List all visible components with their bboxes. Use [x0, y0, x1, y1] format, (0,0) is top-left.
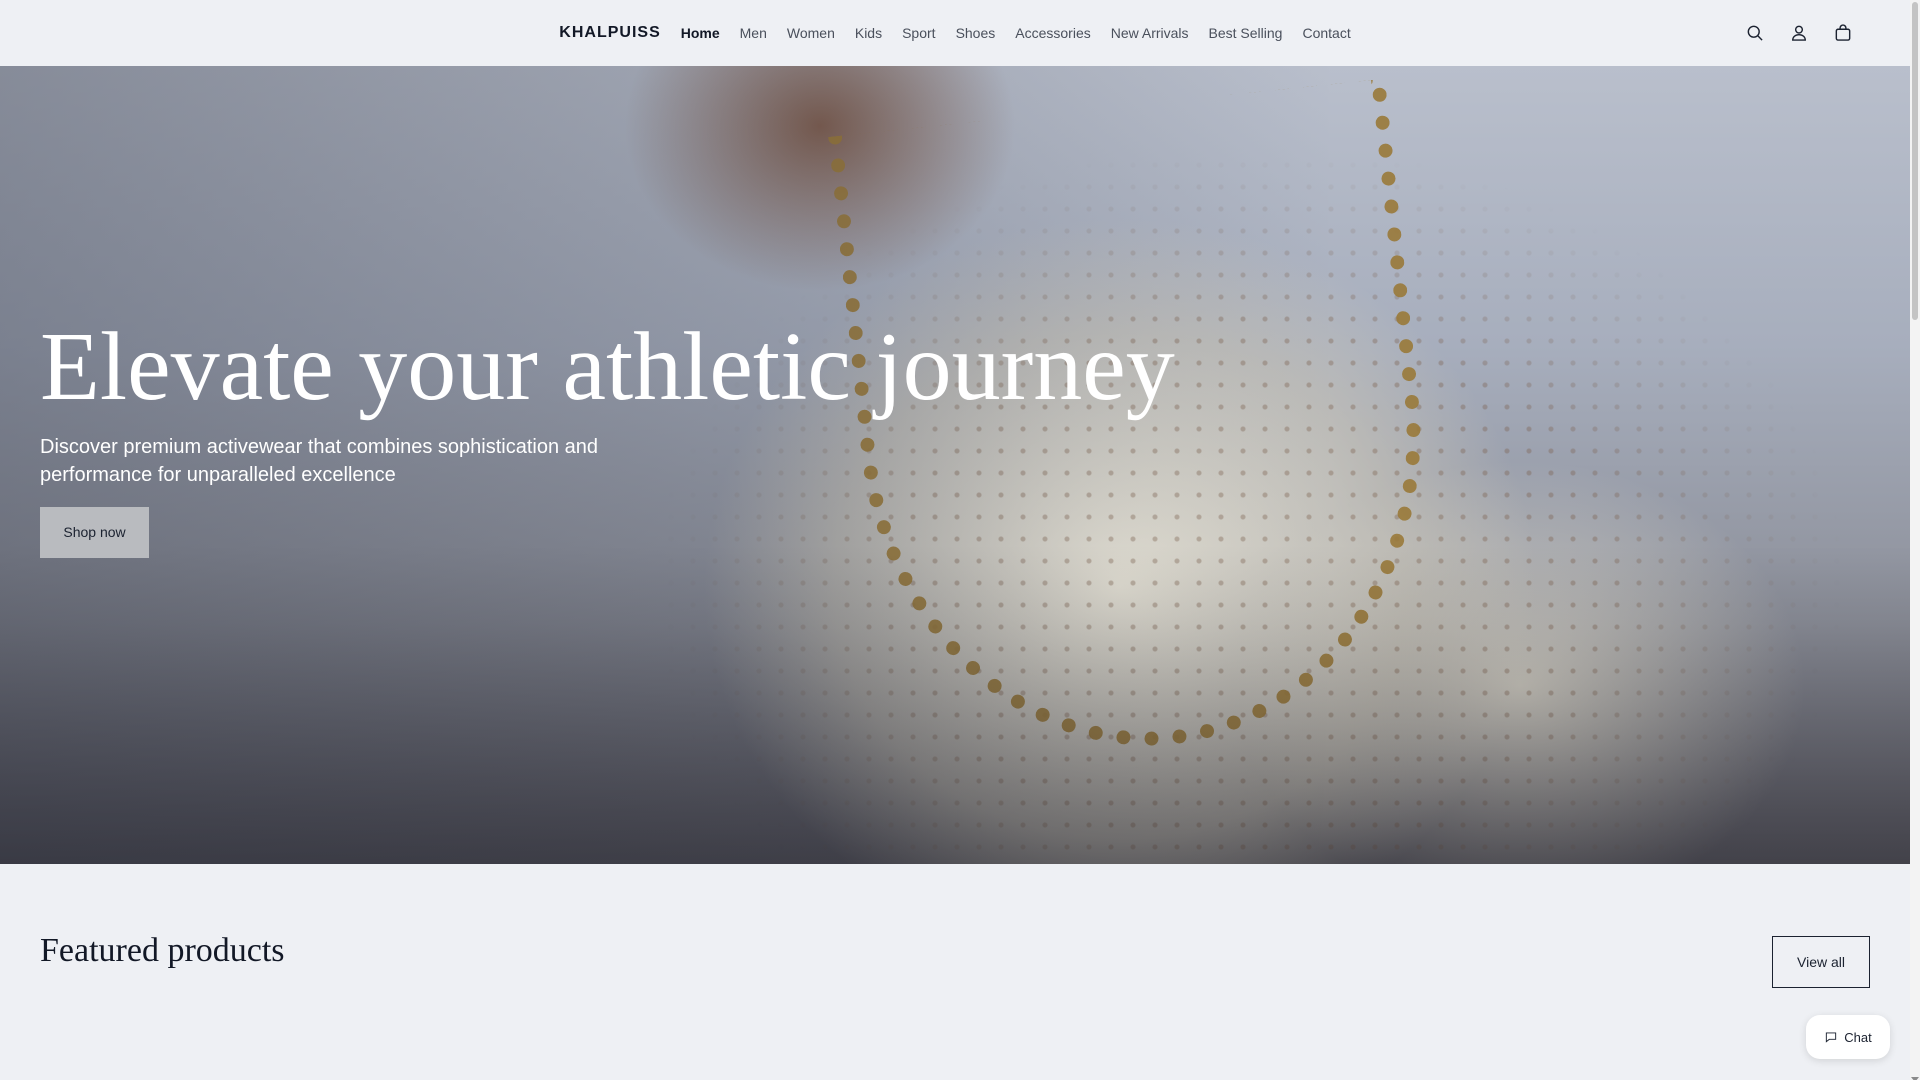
account-icon[interactable]	[1788, 22, 1810, 44]
header-icons	[1744, 0, 1854, 66]
chat-bubble-icon	[1826, 1032, 1837, 1043]
chat-label: Chat	[1844, 1029, 1872, 1045]
nav-item-sport[interactable]: Sport	[902, 25, 935, 41]
shop-now-button[interactable]: Shop now	[40, 506, 149, 558]
featured-products-title: Featured products	[40, 932, 285, 969]
scrollbar[interactable]	[1910, 0, 1920, 1080]
cart-icon[interactable]	[1832, 22, 1854, 44]
hero-subtitle: Discover premium activewear that combine…	[40, 435, 599, 486]
site-header: KHALPUISS Home Men Women Kids Sport Shoe…	[0, 0, 1910, 66]
chat-button[interactable]: Chat	[1806, 1015, 1890, 1059]
page: KHALPUISS Home Men Women Kids Sport Shoe…	[0, 0, 1920, 1080]
hero-banner: Elevate your athletic journey Discover p…	[0, 66, 1910, 864]
site-logo[interactable]: KHALPUISS	[559, 24, 660, 42]
nav-item-kids[interactable]: Kids	[855, 25, 882, 41]
nav-item-home[interactable]: Home	[681, 25, 720, 41]
scrollbar-thumb[interactable]	[1912, 2, 1918, 320]
nav-item-contact[interactable]: Contact	[1302, 25, 1350, 41]
search-icon[interactable]	[1744, 22, 1766, 44]
hero-title: Elevate your athletic journey	[40, 313, 1175, 421]
nav-item-men[interactable]: Men	[740, 25, 767, 41]
nav-item-new-arrivals[interactable]: New Arrivals	[1111, 25, 1189, 41]
nav-item-shoes[interactable]: Shoes	[956, 25, 996, 41]
nav-item-best-selling[interactable]: Best Selling	[1209, 25, 1283, 41]
nav-item-accessories[interactable]: Accessories	[1015, 25, 1090, 41]
hero-content: Elevate your athletic journey Discover p…	[40, 316, 1175, 558]
scroll-down-arrow-icon[interactable]	[1911, 1070, 1919, 1080]
main-nav: KHALPUISS Home Men Women Kids Sport Shoe…	[559, 24, 1350, 42]
view-all-button[interactable]: View all	[1772, 936, 1870, 988]
nav-item-women[interactable]: Women	[787, 25, 835, 41]
